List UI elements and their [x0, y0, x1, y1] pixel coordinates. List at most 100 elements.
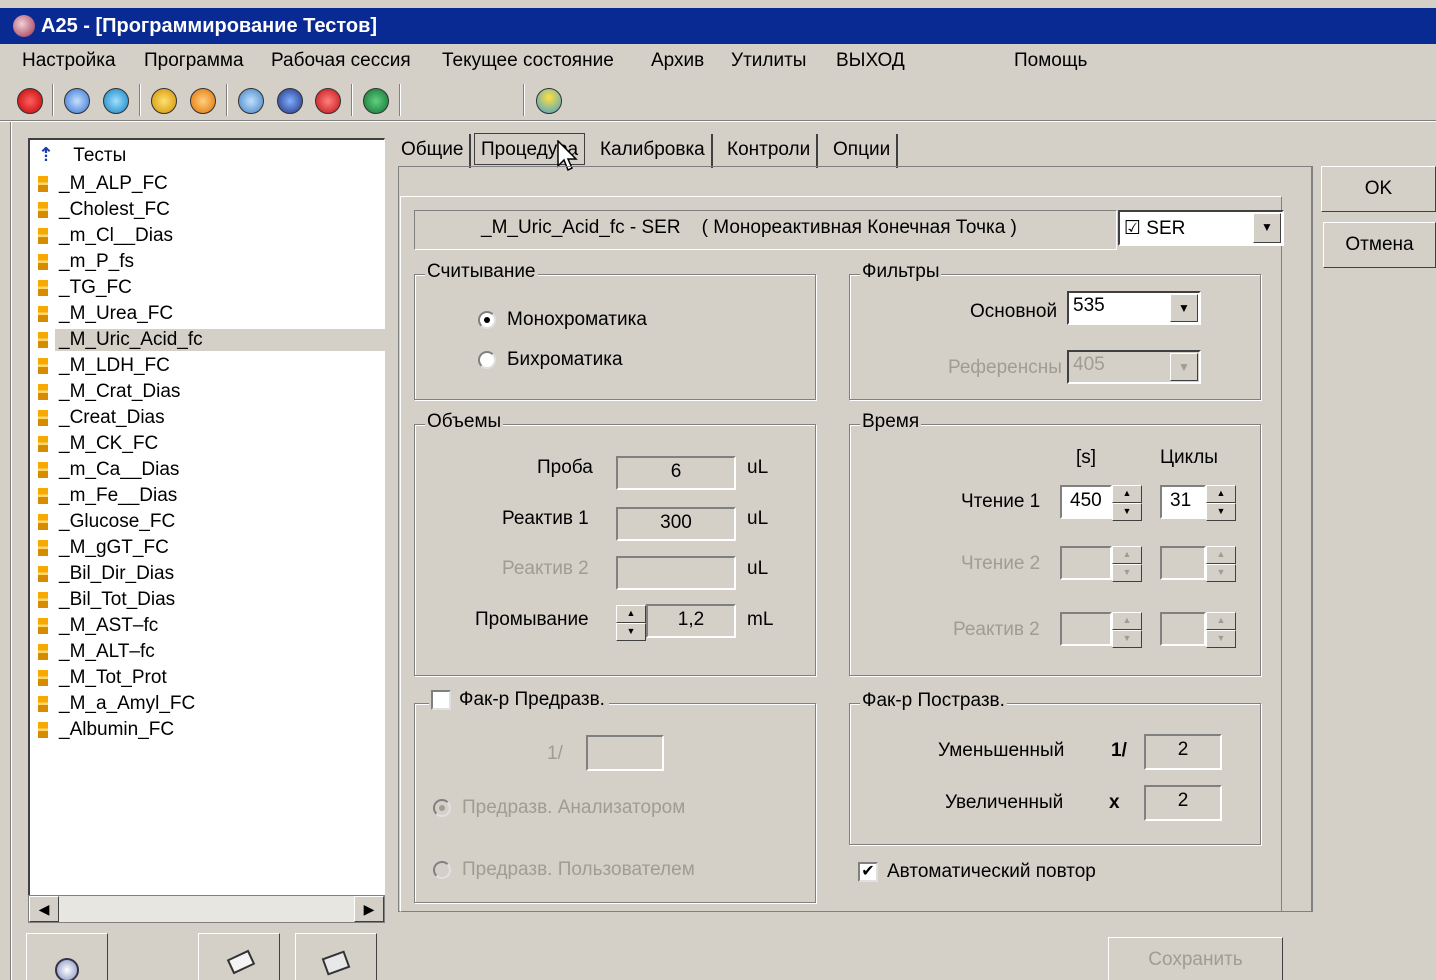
tree-item[interactable]: _Bil_Dir_Dias [38, 562, 384, 588]
spin-up-icon[interactable]: ▲ [1206, 485, 1236, 503]
reagent2-seconds-spinner[interactable]: ▲ ▼ [1112, 612, 1142, 648]
tree-item[interactable]: _m_Ca__Dias [38, 458, 384, 484]
wash-volume-spinner[interactable]: ▲ ▼ [616, 605, 646, 641]
predil-analyzer-radio[interactable] [433, 799, 451, 817]
stack-icon[interactable] [277, 88, 303, 114]
scroll-right-icon[interactable]: ▶ [354, 896, 384, 922]
tree-item[interactable]: _M_ALT–fc [38, 640, 384, 666]
menu-help[interactable]: Помощь [1014, 50, 1087, 72]
wrench-icon[interactable] [363, 88, 389, 114]
spin-up-icon[interactable]: ▲ [1206, 546, 1236, 564]
spin-up-icon[interactable]: ▲ [1112, 485, 1142, 503]
menu-work-session[interactable]: Рабочая сессия [271, 50, 411, 72]
reagent-rack-icon[interactable] [103, 88, 129, 114]
new-test-button[interactable] [26, 933, 108, 980]
wash-volume-field[interactable]: 1,2 [646, 604, 736, 638]
tab-controls[interactable]: Контроли [721, 134, 819, 168]
tree-item[interactable]: _M_ALP_FC [38, 172, 384, 198]
tab-calibration[interactable]: Калибровка [594, 134, 713, 168]
reagent2-cycles-field[interactable] [1160, 612, 1206, 646]
chevron-down-icon[interactable]: ▼ [1170, 353, 1198, 381]
mono-radio[interactable] [478, 311, 496, 329]
tree-item[interactable]: _Glucose_FC [38, 510, 384, 536]
tab-options[interactable]: Опции [827, 134, 899, 168]
sun-icon[interactable] [536, 88, 562, 114]
tree-item[interactable]: _Creat_Dias [38, 406, 384, 432]
bi-radio[interactable] [478, 351, 496, 369]
tree-item[interactable]: _M_a_Amyl_FC [38, 692, 384, 718]
chevron-down-icon[interactable]: ▼ [1253, 213, 1281, 243]
sample-type-select[interactable]: ☑ SER ▼ [1118, 210, 1284, 246]
tree-item[interactable]: _M_Tot_Prot [38, 666, 384, 692]
tree-item[interactable]: _m_Cl__Dias [38, 224, 384, 250]
tree-item[interactable]: _M_Uric_Acid_fc [38, 328, 385, 354]
decreased-field[interactable]: 2 [1144, 734, 1222, 770]
tree-item[interactable]: _TG_FC [38, 276, 384, 302]
tree-item[interactable]: _Albumin_FC [38, 718, 384, 744]
snowflake-icon[interactable] [64, 88, 90, 114]
ok-button[interactable]: OK [1321, 166, 1436, 212]
ref-filter-select[interactable]: 405 ▼ [1067, 350, 1201, 384]
spin-up-icon[interactable]: ▲ [1206, 612, 1236, 630]
menu-current-state[interactable]: Текущее состояние [442, 50, 614, 72]
main-filter-select[interactable]: 535 ▼ [1067, 291, 1201, 325]
test-tree[interactable]: ⇡ Тесты _M_ALP_FC _Cholest_FC _m_Cl__Dias _… [28, 138, 385, 897]
tab-general[interactable]: Общие [395, 134, 472, 168]
tree-item[interactable]: _Cholest_FC [38, 198, 384, 224]
tree-item[interactable]: _M_Crat_Dias [38, 380, 384, 406]
tree-item[interactable]: _m_Fe__Dias [38, 484, 384, 510]
reagent2-cycles-spinner[interactable]: ▲ ▼ [1206, 612, 1236, 648]
auto-repeat-checkbox[interactable]: ✔ [858, 862, 878, 882]
spin-up-icon[interactable]: ▲ [616, 605, 646, 623]
spin-up-icon[interactable]: ▲ [1112, 612, 1142, 630]
spin-down-icon[interactable]: ▼ [1112, 630, 1142, 648]
tree-item[interactable]: _Bil_Tot_Dias [38, 588, 384, 614]
spin-down-icon[interactable]: ▼ [616, 623, 646, 641]
increased-field[interactable]: 2 [1144, 785, 1222, 821]
read1-seconds-spinner[interactable]: ▲ ▼ [1112, 485, 1142, 521]
read2-seconds-field[interactable] [1060, 546, 1112, 580]
read2-seconds-spinner[interactable]: ▲ ▼ [1112, 546, 1142, 582]
menu-exit[interactable]: ВЫХОД [836, 50, 905, 72]
reagent2-volume-field[interactable] [616, 556, 736, 590]
spin-down-icon[interactable]: ▼ [1112, 503, 1142, 521]
tree-item[interactable]: _M_gGT_FC [38, 536, 384, 562]
cancel-button[interactable]: Отмена [1323, 222, 1436, 268]
eye-icon[interactable] [238, 88, 264, 114]
reagent2-seconds-field[interactable] [1060, 612, 1112, 646]
spin-down-icon[interactable]: ▼ [1206, 564, 1236, 582]
info-icon[interactable] [151, 88, 177, 114]
spin-up-icon[interactable]: ▲ [1112, 546, 1142, 564]
spin-down-icon[interactable]: ▼ [1112, 564, 1142, 582]
sample-rack-icon[interactable] [190, 88, 216, 114]
predil-user-radio[interactable] [433, 861, 451, 879]
reagent1-volume-field[interactable]: 300 [616, 507, 736, 541]
menu-utilities[interactable]: Утилиты [731, 50, 806, 72]
scroll-left-icon[interactable]: ◀ [29, 896, 59, 922]
tree-item[interactable]: _M_AST–fc [38, 614, 384, 640]
read1-cycles-field[interactable]: 31 [1160, 485, 1206, 519]
read2-cycles-field[interactable] [1160, 546, 1206, 580]
a25-logo-icon[interactable] [17, 88, 43, 114]
read1-seconds-field[interactable]: 450 [1060, 485, 1112, 519]
tree-item[interactable]: _m_P_fs [38, 250, 384, 276]
menu-settings[interactable]: Настройка [22, 50, 116, 72]
alarm-icon[interactable] [315, 88, 341, 114]
sample-volume-field[interactable]: 6 [616, 456, 736, 490]
menu-archive[interactable]: Архив [651, 50, 704, 72]
read1-cycles-spinner[interactable]: ▲ ▼ [1206, 485, 1236, 521]
predilution-field[interactable] [586, 735, 664, 771]
spin-down-icon[interactable]: ▼ [1206, 630, 1236, 648]
read2-cycles-spinner[interactable]: ▲ ▼ [1206, 546, 1236, 582]
save-button[interactable]: Сохранить [1108, 937, 1283, 980]
menu-program[interactable]: Программа [144, 50, 244, 72]
spin-down-icon[interactable]: ▼ [1206, 503, 1236, 521]
predilution-checkbox[interactable] [431, 690, 451, 710]
edit-test-button[interactable] [198, 933, 280, 980]
tree-item[interactable]: _M_CK_FC [38, 432, 384, 458]
tree-item[interactable]: _M_Urea_FC [38, 302, 384, 328]
tree-item[interactable]: _M_LDH_FC [38, 354, 384, 380]
print-test-button[interactable] [295, 933, 377, 980]
tree-horizontal-scrollbar[interactable]: ◀ ▶ [28, 895, 385, 923]
chevron-down-icon[interactable]: ▼ [1170, 294, 1198, 322]
